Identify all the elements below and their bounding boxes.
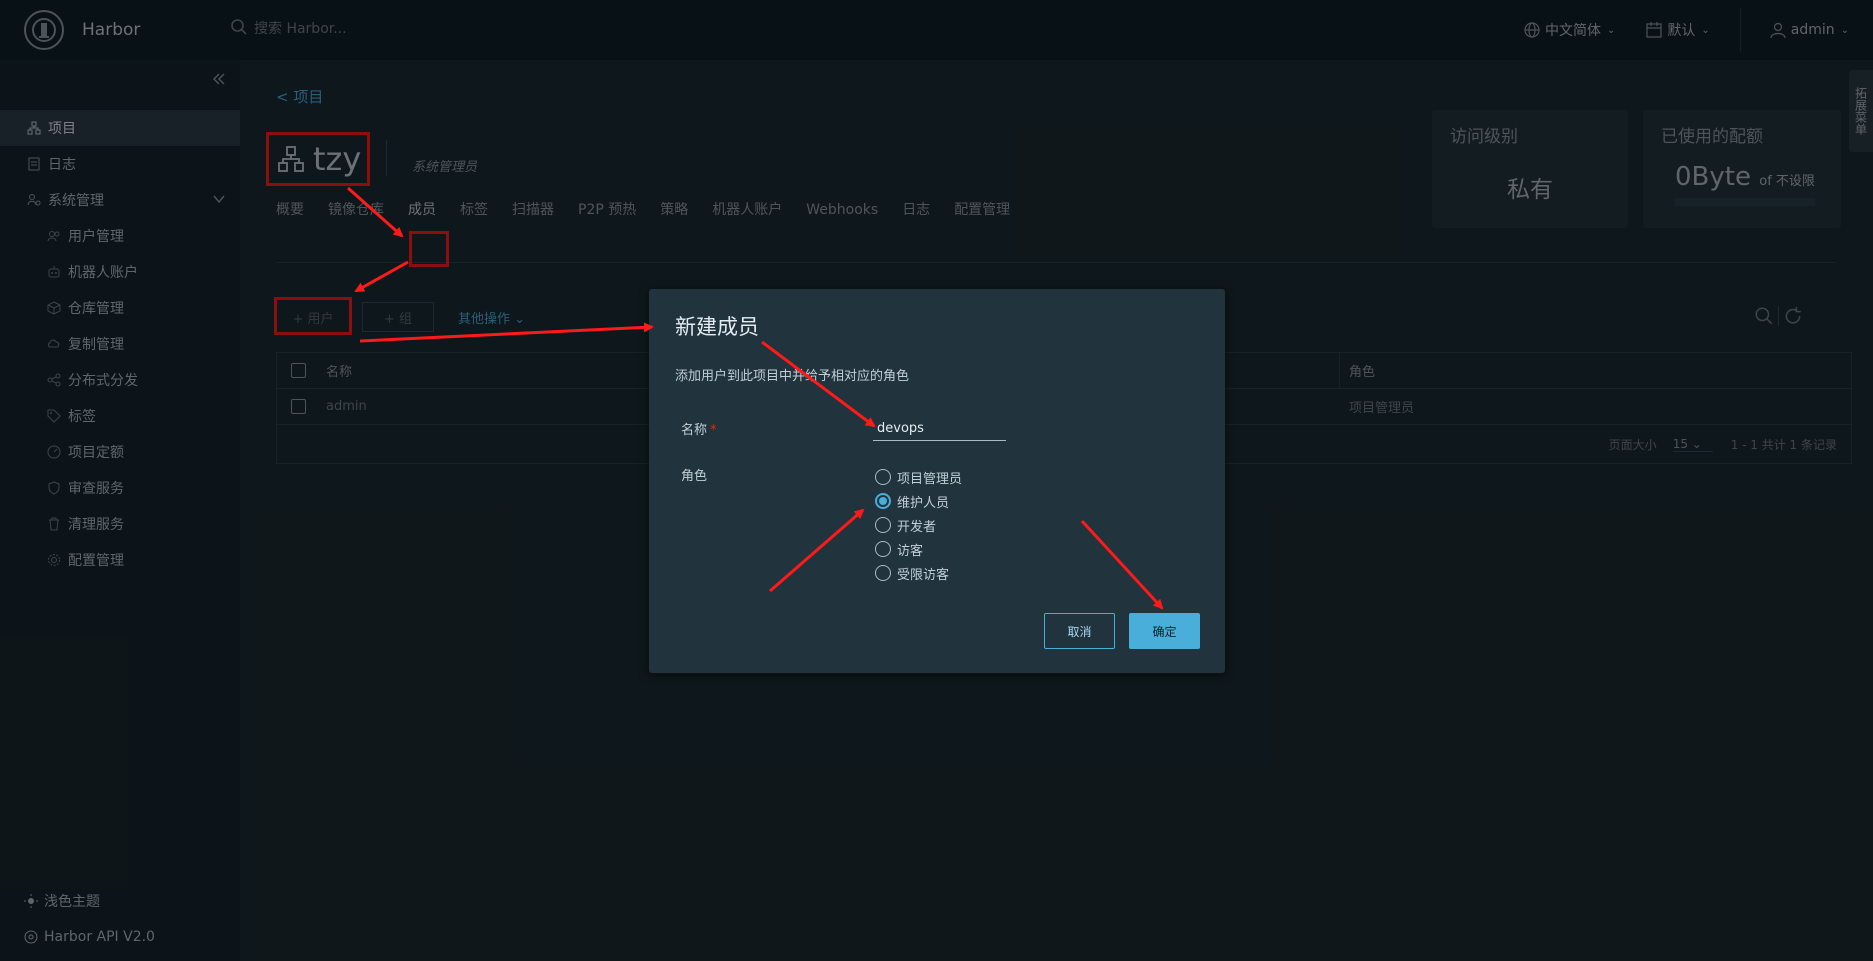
- role-option-label: 受限访客: [897, 567, 950, 583]
- radio-button[interactable]: [875, 565, 891, 581]
- role-radio-group: 项目管理员 维护人员 开发者 访客 受限访客: [875, 465, 962, 585]
- radio-button[interactable]: [875, 469, 891, 485]
- role-option-label: 项目管理员: [897, 471, 963, 487]
- name-label-text: 名称: [681, 423, 708, 438]
- role-option-label: 维护人员: [897, 495, 950, 511]
- role-label: 角色: [681, 469, 708, 484]
- role-option-label: 访客: [897, 543, 924, 559]
- dialog-title: 新建成员: [675, 315, 759, 339]
- member-name-input[interactable]: [873, 417, 1006, 441]
- radio-button-selected[interactable]: [875, 493, 891, 509]
- role-option-guest[interactable]: 访客: [875, 537, 962, 561]
- radio-button[interactable]: [875, 517, 891, 533]
- role-option-maintainer[interactable]: 维护人员: [875, 489, 962, 513]
- cancel-button[interactable]: 取消: [1044, 613, 1115, 649]
- role-option-developer[interactable]: 开发者: [875, 513, 962, 537]
- role-option-label: 开发者: [897, 519, 937, 535]
- confirm-button[interactable]: 确定: [1129, 613, 1200, 649]
- new-member-dialog: 新建成员 添加用户到此项目中并给予相对应的角色 名称* 角色 项目管理员 维护人…: [649, 289, 1225, 673]
- role-option-limited-guest[interactable]: 受限访客: [875, 561, 962, 585]
- required-marker: *: [710, 423, 717, 438]
- role-option-project-admin[interactable]: 项目管理员: [875, 465, 962, 489]
- name-label: 名称 *: [681, 419, 717, 438]
- dialog-description: 添加用户到此项目中并给予相对应的角色: [675, 369, 910, 384]
- radio-button[interactable]: [875, 541, 891, 557]
